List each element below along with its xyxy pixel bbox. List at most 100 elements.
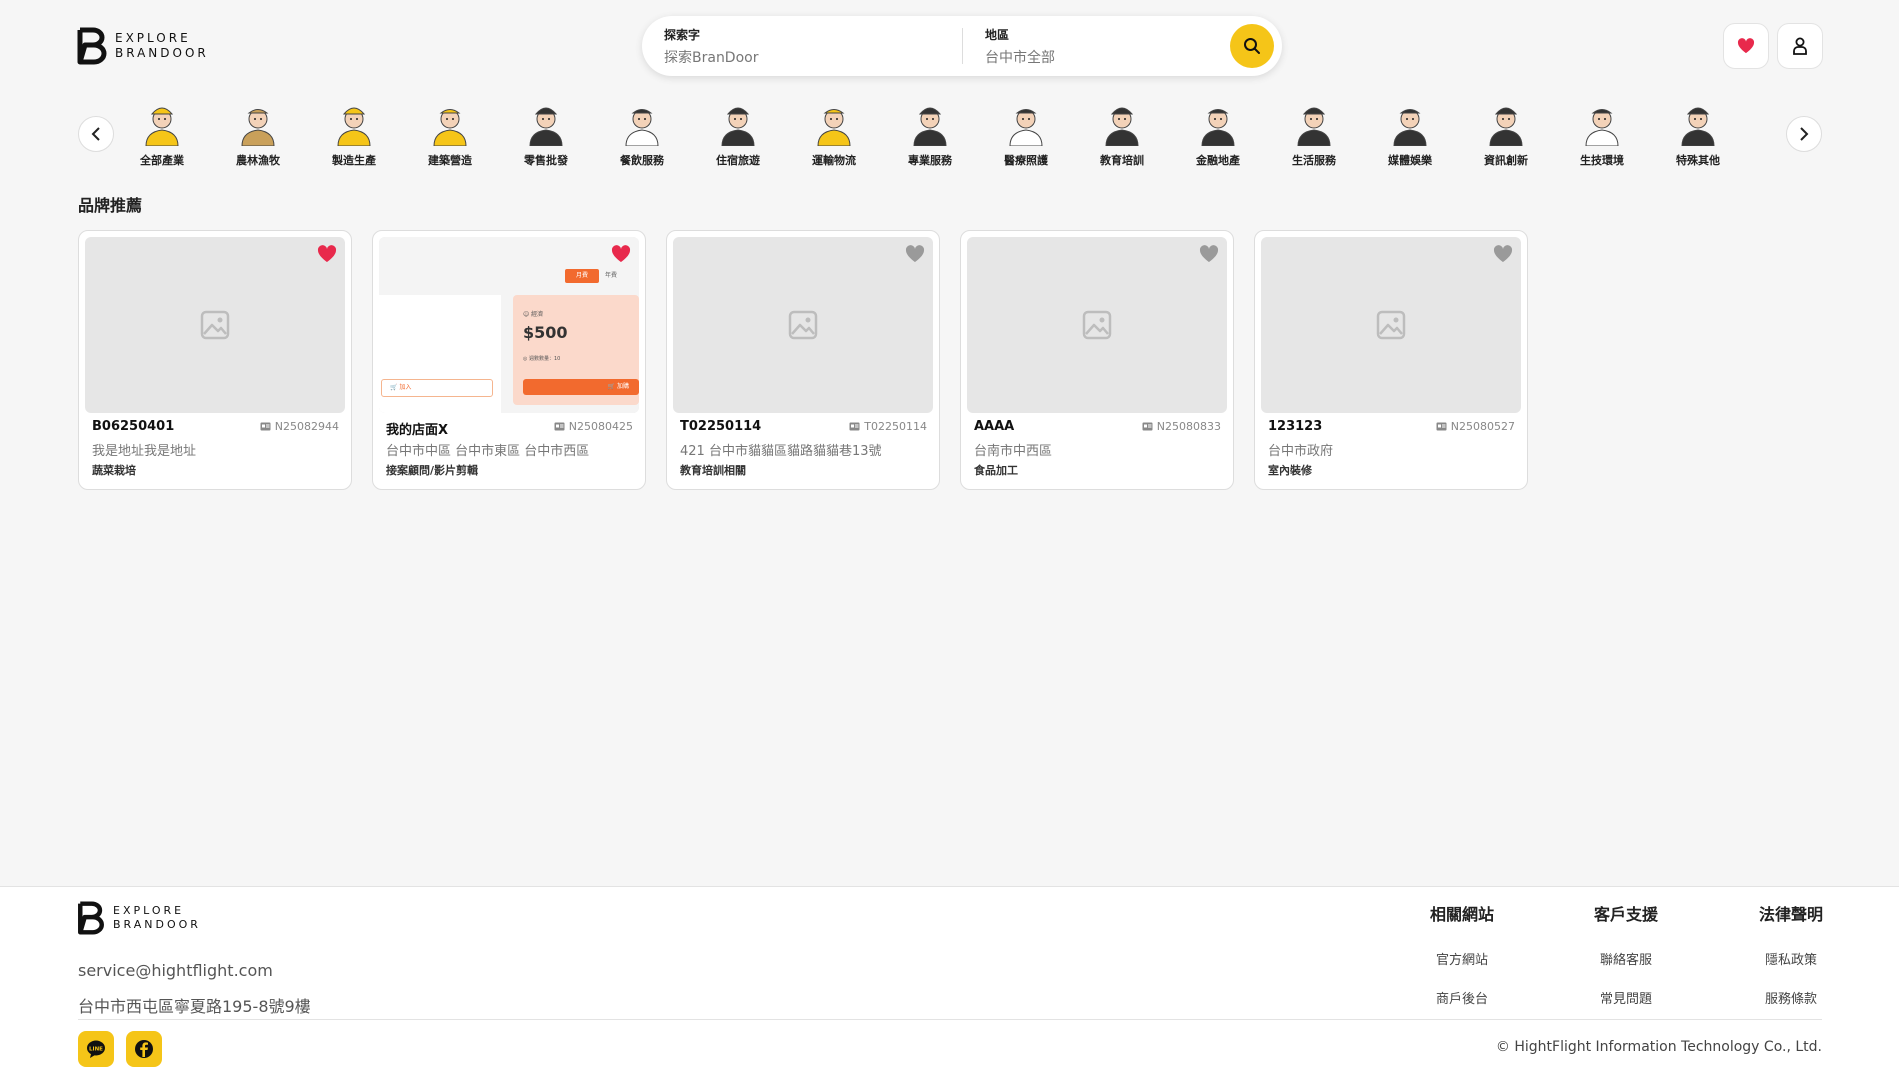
all-industries-avatar [145,107,179,147]
category-item[interactable]: 資訊創新 [1466,96,1546,176]
region-label: 地區 [985,28,1010,42]
footer-email[interactable]: service@hightflight.com [78,961,273,980]
category-item[interactable]: 金融地產 [1178,96,1258,176]
brandoor-logo-icon [78,901,104,935]
category-item[interactable]: 製造生產 [314,96,394,176]
category-item[interactable]: 生技環境 [1562,96,1642,176]
biotech-avatar [1585,109,1619,147]
heart-icon[interactable] [317,245,337,263]
category-label: 全部產業 [140,154,184,167]
category-label: 媒體娛樂 [1388,154,1432,167]
it-avatar [1489,107,1523,147]
logo-text: EXPLORE BRANDOOR [115,31,209,61]
logo-line2: BRANDOOR [115,46,209,60]
brand-card-id-text: N25080527 [1450,420,1515,433]
category-label: 生活服務 [1292,154,1336,167]
brand-card[interactable]: T02250114 T02250114 421 台中市貓貓區貓路貓貓巷13號 教育培訓… [666,230,940,490]
carousel-next-button[interactable] [1786,116,1822,152]
category-item[interactable]: 零售批發 [506,96,586,176]
footer-link-official-site[interactable]: 官方網站 [1412,949,1512,968]
retailer-avatar [529,107,563,147]
category-item[interactable]: 餐飲服務 [602,96,682,176]
preview-plan-note: ◎ 週數數量：10 [523,356,561,362]
category-label: 住宿旅遊 [716,154,760,167]
line-icon: LINE [87,1040,105,1058]
category-item[interactable]: 教育培訓 [1082,96,1162,176]
brand-card-category: 蔬菜栽培 [92,464,136,477]
category-item[interactable]: 全部產業 [122,96,202,176]
store-preview-thumbnail: 月費 年費 ☺ 經濟 $500 ◎ 週數數量：10 🛒 加購 🛒 加入 [379,237,639,413]
category-label: 金融地產 [1196,154,1240,167]
category-item[interactable]: 醫療照護 [986,96,1066,176]
brand-card-image: 月費 年費 ☺ 經濟 $500 ◎ 週數數量：10 🛒 加購 🛒 加入 [379,237,639,413]
brand-card-address: 台中市中區 台中市東區 台中市西區 [386,444,590,459]
heart-icon[interactable] [905,245,925,263]
category-label: 教育培訓 [1100,154,1144,167]
image-placeholder-icon [1082,310,1112,340]
category-label: 零售批發 [524,154,568,167]
brand-card-id: T02250114 [849,420,927,433]
brand-card[interactable]: B06250401 N25082944 我是地址我是地址 蔬菜栽培 [78,230,352,490]
footer-link-terms-of-service[interactable]: 服務條款 [1741,988,1841,1007]
facebook-button[interactable] [126,1031,162,1067]
footer-link-privacy-policy[interactable]: 隱私政策 [1741,949,1841,968]
category-item[interactable]: 生活服務 [1274,96,1354,176]
brandoor-logo-icon [77,27,107,65]
keyword-label: 探索字 [664,28,701,42]
brand-card-id: N25082944 [260,420,339,433]
region-select[interactable]: 台中市全部 [985,47,1215,67]
brand-card-id-text: N25082944 [274,420,339,433]
user-icon [1793,37,1807,55]
logo-line1: EXPLORE [115,31,191,45]
brand-card[interactable]: AAAA N25080833 台南市中西區 食品加工 [960,230,1234,490]
footer-logo-line1: EXPLORE [113,904,185,917]
svg-text:LINE: LINE [89,1047,103,1053]
footer-column-title: 客戶支援 [1593,905,1658,924]
category-item[interactable]: 住宿旅遊 [698,96,778,176]
search-bar: 探索字 探索BranDoor 地區 台中市全部 [642,16,1282,76]
brand-card-address: 我是地址我是地址 [92,444,197,459]
heart-icon[interactable] [1199,245,1219,263]
footer-link-merchant-backend[interactable]: 商戶後台 [1412,988,1512,1007]
professional-avatar [913,107,947,147]
brand-card-image [1261,237,1521,413]
brand-card[interactable]: 月費 年費 ☺ 經濟 $500 ◎ 週數數量：10 🛒 加購 🛒 加入 我的店面X N25080… [372,230,646,490]
brand-card-name: T02250114 [680,419,762,434]
category-item[interactable]: 特殊其他 [1658,96,1738,176]
category-item[interactable]: 專業服務 [890,96,970,176]
carousel-prev-button[interactable] [78,116,114,152]
footer-address: 台中市西屯區寧夏路195-8號9樓 [78,997,311,1016]
category-label: 生技環境 [1580,154,1624,167]
preview-tab-yearly: 年費 [605,272,618,279]
category-item[interactable]: 媒體娛樂 [1370,96,1450,176]
search-divider [962,28,963,64]
user-account-button[interactable] [1777,23,1823,69]
image-placeholder-icon [200,310,230,340]
keyword-search-field[interactable]: 探索字 探索BranDoor [664,26,954,66]
doctor-avatar [1009,109,1043,147]
line-button[interactable]: LINE [78,1031,114,1067]
category-label: 建築營造 [428,154,472,167]
farmer-avatar [241,109,275,147]
brand-card-id: N25080425 [554,420,633,433]
facebook-icon [135,1040,153,1058]
chevron-right-icon [1800,127,1809,141]
footer: EXPLORE BRANDOOR service@hightflight.com… [0,886,1899,1075]
heart-icon[interactable] [611,245,631,263]
brand-card[interactable]: 123123 N25080527 台中市政府 室內裝修 [1254,230,1528,490]
brand-logo[interactable]: EXPLORE BRANDOOR [77,27,209,65]
heart-icon[interactable] [1493,245,1513,263]
brand-card-image [967,237,1227,413]
category-item[interactable]: 運輸物流 [794,96,874,176]
keyword-input[interactable]: 探索BranDoor [664,47,954,67]
search-button[interactable] [1230,24,1274,68]
region-select-field[interactable]: 地區 台中市全部 [985,26,1215,66]
image-placeholder-icon [1376,310,1406,340]
favorites-button[interactable] [1723,23,1769,69]
footer-link-faq[interactable]: 常見問題 [1576,988,1676,1007]
category-item[interactable]: 農林漁牧 [218,96,298,176]
category-item[interactable]: 建築營造 [410,96,490,176]
footer-column-legal: 法律聲明 隱私政策 服務條款 [1741,901,1841,1007]
footer-logo[interactable]: EXPLORE BRANDOOR [77,901,201,935]
footer-link-contact-support[interactable]: 聯絡客服 [1576,949,1676,968]
